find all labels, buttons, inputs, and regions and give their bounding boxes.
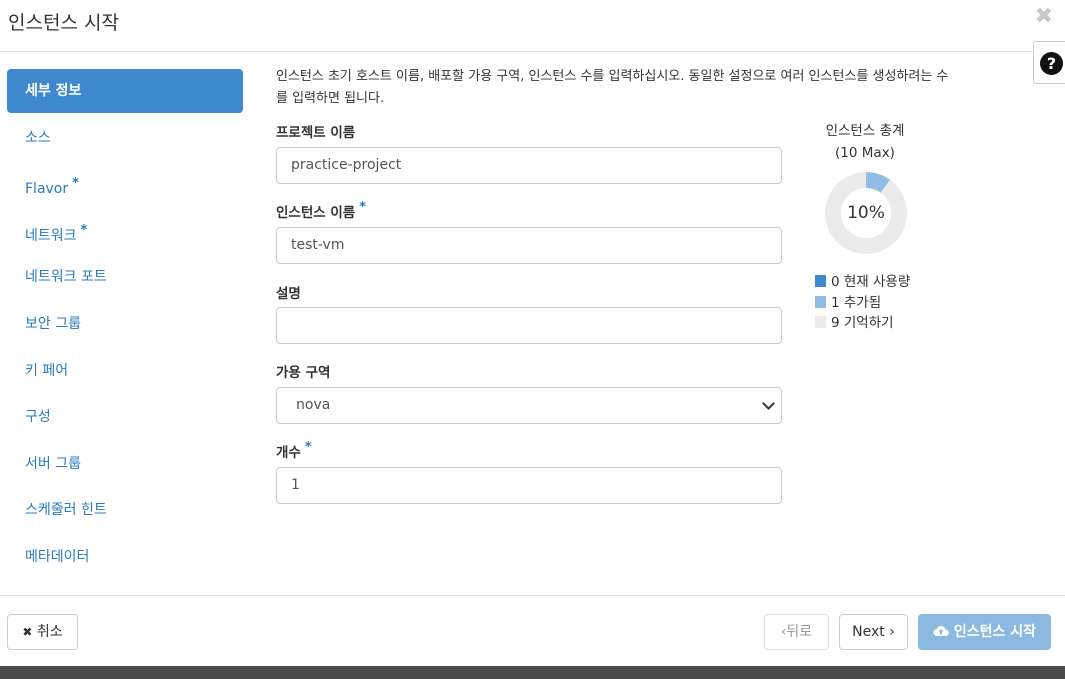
nav-item-label: 서버 그룹 — [25, 455, 81, 472]
launch-instance-button[interactable]: 인스턴스 시작 — [918, 614, 1051, 650]
nav-item-flavor[interactable]: Flavor * — [7, 162, 243, 206]
modal-title: 인스턴스 시작 — [8, 12, 119, 34]
cancel-button-label: 취소 — [36, 624, 63, 640]
nav-item-security-groups[interactable]: 보안 그룹 — [7, 302, 243, 346]
required-marker: * — [72, 176, 79, 192]
cancel-button[interactable]: ✖ 취소 — [7, 614, 78, 650]
instance-total-chart: 인스턴스 총계 (10 Max) 10% 0 현재 사용량 1 추가됨 9 기억하기 — [800, 120, 930, 331]
chart-title-line2: (10 Max) — [835, 145, 895, 161]
details-help: 인스턴스 초기 호스트 이름, 배포할 가용 구역, 인스턴스 수를 입력하십시… — [276, 66, 1026, 110]
close-icon[interactable]: ✖ — [1035, 6, 1053, 28]
instance-name-label-text: 인스턴스 이름 — [276, 205, 356, 221]
nav-item-label: 구성 — [25, 409, 51, 426]
nav-item-label: 네트워크 포트 — [25, 269, 107, 286]
backdrop — [0, 666, 1065, 679]
legend-label: 1 추가됨 — [831, 294, 882, 311]
project-name-label: 프로젝트 이름 — [276, 125, 356, 141]
nav-item-server-groups[interactable]: 서버 그룹 — [7, 442, 243, 486]
nav-item-network[interactable]: 네트워크 * — [7, 209, 243, 253]
nav-item-label: 메타데이터 — [25, 548, 90, 565]
cloud-upload-icon — [933, 625, 949, 637]
legend-swatch — [815, 275, 826, 287]
description-label: 설명 — [276, 286, 301, 302]
chart-legend: 0 현재 사용량 1 추가됨 9 기억하기 — [815, 272, 910, 334]
chart-title-line1: 인스턴스 총계 — [825, 123, 905, 139]
count-input[interactable]: 1 — [276, 467, 782, 504]
required-marker: * — [80, 222, 88, 238]
required-marker: * — [304, 440, 312, 455]
question-icon: ? — [1040, 52, 1063, 75]
nav-item-details[interactable]: 세부 정보 — [7, 69, 243, 113]
modal-footer: ✖ 취소 ‹뒤로 Next › 인스턴스 시작 — [0, 595, 1065, 666]
wizard-nav: 세부 정보 소스 Flavor * 네트워크 * 네트워크 포트 보안 그룹 키 페… — [7, 69, 243, 582]
project-name-field[interactable]: practice-project — [276, 147, 782, 184]
launch-instance-button-label: 인스턴스 시작 — [953, 624, 1037, 640]
chevron-down-icon — [762, 397, 775, 410]
back-button-label: 뒤로 — [786, 624, 813, 640]
legend-item: 0 현재 사용량 — [815, 272, 910, 293]
count-label-text: 개수 — [276, 445, 301, 461]
nav-item-label: Flavor — [25, 181, 69, 198]
close-icon: ✖ — [22, 625, 33, 639]
nav-item-label: 소스 — [25, 129, 51, 146]
help-button[interactable]: ? — [1033, 41, 1065, 84]
next-button-label: Next — [852, 624, 885, 640]
nav-item-label: 키 페어 — [25, 362, 69, 379]
help-text-line1: 인스턴스 초기 호스트 이름, 배포할 가용 구역, 인스턴스 수를 입력하십시… — [276, 69, 949, 84]
required-marker: * — [359, 200, 367, 215]
legend-label: 9 기억하기 — [831, 315, 894, 331]
legend-swatch — [815, 316, 826, 328]
help-text: 인스턴스 초기 호스트 이름, 배포할 가용 구역, 인스턴스 수를 입력하십시… — [276, 66, 1026, 110]
legend-label: 0 현재 사용량 — [831, 274, 911, 290]
nav-item-configuration[interactable]: 구성 — [7, 395, 243, 439]
nav-item-network-ports[interactable]: 네트워크 포트 — [7, 255, 243, 299]
nav-item-label: 네트워크 — [25, 227, 77, 244]
instance-name-input[interactable]: test-vm — [276, 227, 782, 264]
availability-zone-label: 가용 구역 — [276, 365, 331, 381]
nav-item-metadata[interactable]: 메타데이터 — [7, 535, 243, 579]
description-input[interactable] — [276, 307, 782, 344]
availability-zone-value: nova — [296, 397, 331, 413]
donut-center-label: 10% — [847, 203, 885, 223]
help-text-line2: 를 입력하면 됩니다. — [276, 91, 385, 106]
nav-item-label: 세부 정보 — [25, 83, 82, 99]
count-label: 개수 * — [276, 440, 312, 461]
nav-item-label: 보안 그룹 — [25, 315, 81, 332]
modal-header: 인스턴스 시작 ✖ — [0, 0, 1065, 52]
instance-name-label: 인스턴스 이름 * — [276, 200, 366, 221]
nav-item-scheduler-hints[interactable]: 스케줄러 힌트 — [7, 488, 243, 532]
availability-zone-select[interactable]: nova — [276, 387, 782, 424]
launch-instance-modal: 인스턴스 시작 ✖ ? 세부 정보 소스 Flavor * 네트워크 * 네트워크 … — [0, 0, 1065, 666]
legend-swatch — [815, 295, 826, 308]
chevron-right-icon: › — [889, 624, 895, 640]
legend-item: 9 기억하기 — [815, 313, 910, 334]
legend-item: 1 추가됨 — [815, 293, 910, 314]
nav-item-key-pair[interactable]: 키 페어 — [7, 349, 243, 393]
back-button[interactable]: ‹뒤로 — [764, 614, 829, 650]
next-button[interactable]: Next › — [839, 614, 908, 650]
chart-title: 인스턴스 총계 (10 Max) — [800, 120, 930, 164]
nav-item-source[interactable]: 소스 — [7, 116, 243, 160]
nav-item-label: 스케줄러 힌트 — [25, 502, 107, 519]
